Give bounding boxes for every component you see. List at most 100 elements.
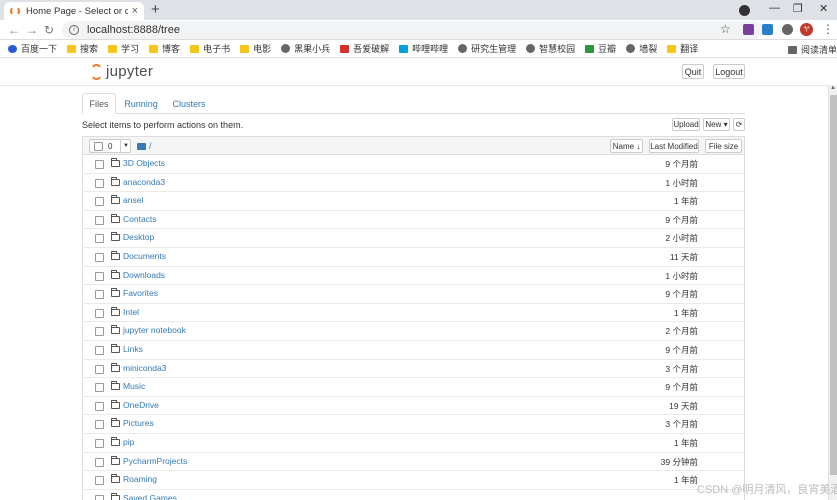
url-text[interactable]: localhost:8888/tree	[87, 24, 180, 36]
avatar[interactable]: ヤ	[800, 23, 813, 36]
bookmark-item[interactable]: 搜索	[67, 42, 98, 55]
row-checkbox[interactable]	[95, 252, 104, 262]
row-checkbox[interactable]	[95, 383, 104, 393]
row-checkbox[interactable]	[95, 401, 104, 411]
table-row[interactable]: Links 9 个月前	[82, 340, 745, 360]
file-name-link[interactable]: anaconda3	[123, 177, 165, 187]
table-row[interactable]: Intel 1 年前	[82, 303, 745, 323]
onenote-extension-icon[interactable]	[743, 24, 754, 35]
sort-file-size-button[interactable]: File size	[705, 139, 742, 153]
row-checkbox[interactable]	[95, 345, 104, 355]
file-name-link[interactable]: Favorites	[123, 288, 158, 298]
row-checkbox[interactable]	[95, 215, 104, 225]
sort-name-button[interactable]: Name ↓	[610, 139, 643, 153]
refresh-button[interactable]: ⟳	[733, 118, 745, 131]
forward-icon[interactable]: →	[26, 23, 38, 37]
row-checkbox[interactable]	[95, 364, 104, 374]
chevron-down-icon[interactable]: ▼	[120, 140, 131, 152]
table-row[interactable]: PycharmProjects 39 分钟前	[82, 452, 745, 472]
table-row[interactable]: Downloads 1 小时前	[82, 266, 745, 286]
table-row[interactable]: jupyter notebook 2 个月前	[82, 322, 745, 341]
table-row[interactable]: Saved Games	[82, 489, 745, 500]
file-name-link[interactable]: miniconda3	[123, 363, 166, 373]
minimize-icon[interactable]: —	[769, 2, 780, 14]
file-name-link[interactable]: 3D Objects	[123, 158, 165, 168]
row-checkbox[interactable]	[95, 290, 104, 300]
row-checkbox[interactable]	[95, 476, 104, 486]
file-name-link[interactable]: ansel	[123, 195, 143, 205]
table-row[interactable]: 3D Objects 9 个月前	[82, 155, 745, 174]
browser-tab[interactable]: Home Page - Select or create ×	[4, 2, 144, 20]
bookmark-item[interactable]: 电子书	[190, 42, 230, 55]
bookmark-item[interactable]: 豆瓣	[585, 42, 616, 55]
upload-button[interactable]: Upload	[672, 118, 700, 131]
table-row[interactable]: Contacts 9 个月前	[82, 210, 745, 230]
scroll-up-icon[interactable]: ▲	[830, 85, 836, 91]
row-checkbox[interactable]	[95, 327, 104, 337]
sort-last-modified-button[interactable]: Last Modified	[649, 139, 699, 153]
bookmark-item[interactable]: 黑果小兵	[281, 42, 330, 55]
table-row[interactable]: Documents 11 天前	[82, 247, 745, 267]
screenshot-extension-icon[interactable]	[762, 24, 773, 35]
file-name-link[interactable]: Roaming	[123, 474, 157, 484]
row-checkbox[interactable]	[95, 271, 104, 281]
file-name-link[interactable]: Desktop	[123, 232, 154, 242]
file-name-link[interactable]: jupyter notebook	[123, 325, 186, 335]
scrollbar-thumb[interactable]	[830, 95, 837, 475]
row-checkbox[interactable]	[95, 420, 104, 430]
site-info-icon[interactable]: i	[69, 25, 79, 35]
file-name-link[interactable]: Pictures	[123, 418, 154, 428]
select-all-checkbox[interactable]	[94, 141, 103, 151]
bookmark-item[interactable]: 学习	[108, 42, 139, 55]
bookmark-item[interactable]: 电影	[240, 42, 271, 55]
maximize-icon[interactable]: ❐	[793, 2, 803, 15]
row-checkbox[interactable]	[95, 457, 104, 467]
file-name-link[interactable]: PycharmProjects	[123, 456, 187, 466]
select-all-control[interactable]: 0 ▼	[89, 139, 131, 153]
file-name-link[interactable]: OneDrive	[123, 400, 159, 410]
reload-icon[interactable]: ↻	[44, 23, 54, 37]
tab-close-icon[interactable]: ×	[132, 5, 138, 17]
logout-button[interactable]: Logout	[713, 64, 745, 79]
row-checkbox[interactable]	[95, 494, 104, 500]
table-row[interactable]: Music 9 个月前	[82, 378, 745, 397]
breadcrumb[interactable]: /	[137, 141, 152, 151]
bookmark-item[interactable]: 博客	[149, 42, 180, 55]
row-checkbox[interactable]	[95, 160, 104, 169]
row-checkbox[interactable]	[95, 308, 104, 318]
extensions-puzzle-icon[interactable]	[782, 24, 793, 35]
close-window-icon[interactable]: ✕	[819, 2, 828, 15]
file-name-link[interactable]: Music	[123, 381, 145, 391]
row-checkbox[interactable]	[95, 197, 104, 207]
jupyter-logo[interactable]: jupyter	[90, 63, 153, 80]
bookmark-item[interactable]: 吾爱破解	[340, 42, 389, 55]
omnibox[interactable]: i localhost:8888/tree	[62, 21, 762, 39]
table-row[interactable]: OneDrive 19 天前	[82, 396, 745, 416]
bookmark-star-icon[interactable]: ☆	[720, 22, 731, 36]
bookmark-item[interactable]: 墙裂	[626, 42, 657, 55]
row-checkbox[interactable]	[95, 234, 104, 244]
table-row[interactable]: ansel 1 年前	[82, 192, 745, 211]
file-name-link[interactable]: Saved Games	[123, 493, 177, 500]
bookmark-item[interactable]: 翻译	[667, 42, 698, 55]
file-name-link[interactable]: Intel	[123, 307, 139, 317]
bookmark-item[interactable]: 研究生管理	[458, 42, 516, 55]
table-row[interactable]: miniconda3 3 个月前	[82, 359, 745, 379]
new-tab-button[interactable]: +	[151, 1, 160, 18]
quit-button[interactable]: Quit	[682, 64, 704, 79]
browser-menu-icon[interactable]: ⋮	[822, 22, 834, 36]
page-scrollbar[interactable]: ▲	[828, 85, 837, 500]
tab-files[interactable]: Files	[82, 93, 116, 114]
table-row[interactable]: Favorites 9 个月前	[82, 285, 745, 304]
back-icon[interactable]: ←	[8, 23, 20, 37]
row-checkbox[interactable]	[95, 438, 104, 448]
row-checkbox[interactable]	[95, 178, 104, 188]
bookmark-item[interactable]: 哔哩哔哩	[399, 42, 448, 55]
bookmark-item[interactable]: 百度一下	[8, 42, 57, 55]
reading-list[interactable]: 阅读清单	[788, 43, 837, 56]
table-row[interactable]: Desktop 2 小时前	[82, 229, 745, 248]
file-name-link[interactable]: Links	[123, 344, 143, 354]
table-row[interactable]: Pictures 3 个月前	[82, 415, 745, 434]
table-row[interactable]: Roaming 1 年前	[82, 471, 745, 490]
file-name-link[interactable]: Documents	[123, 251, 166, 261]
